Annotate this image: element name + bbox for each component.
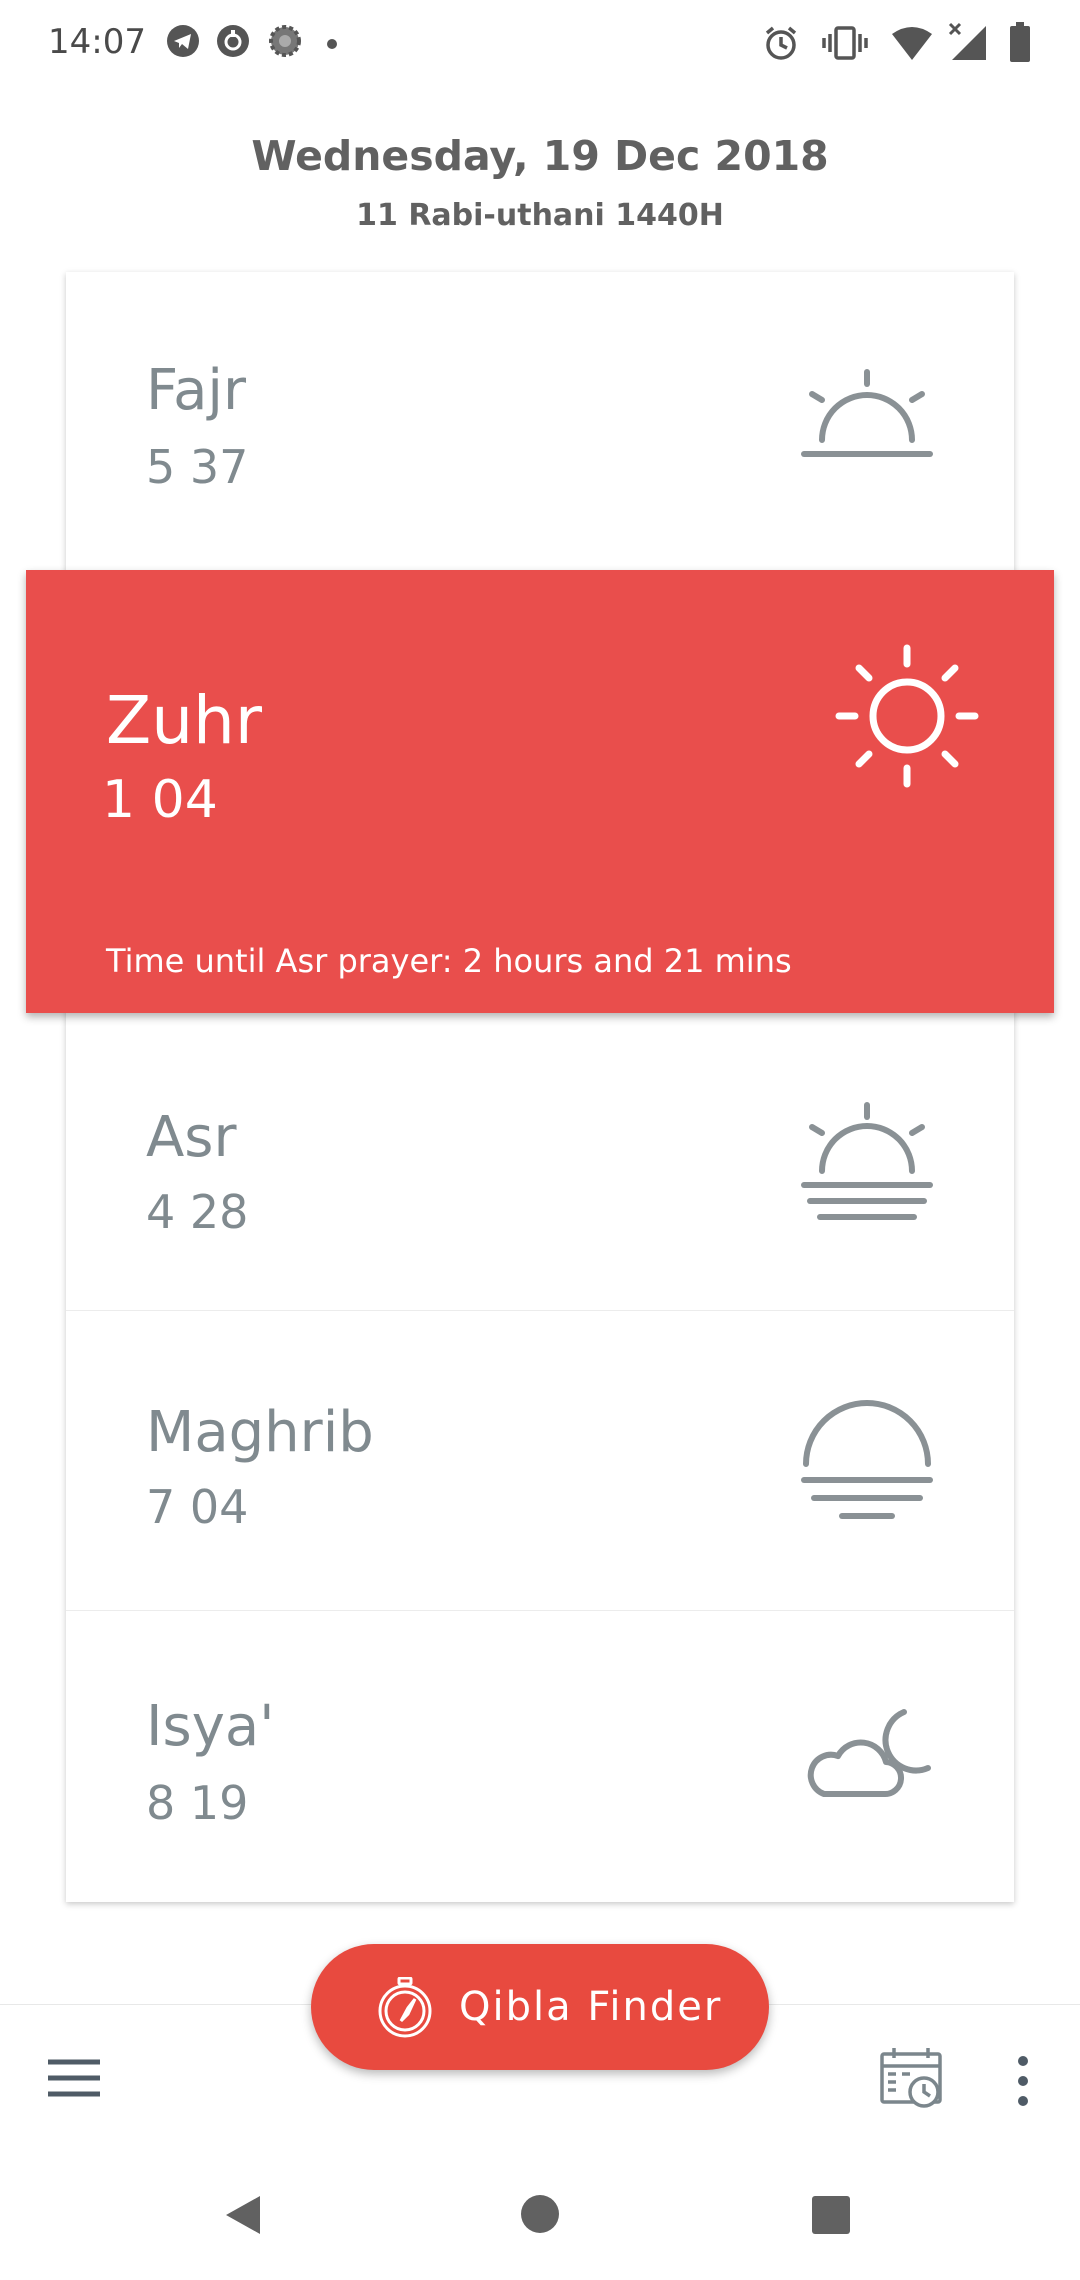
prayer-time: 5 37 (146, 440, 249, 494)
prayer-row-isya[interactable]: Isya' 8 19 (66, 1610, 1014, 1902)
prayer-time: 1 04 (102, 770, 218, 830)
dot-icon (327, 39, 337, 49)
system-nav-bar (0, 2144, 1080, 2280)
prayer-name: Zuhr (106, 682, 263, 759)
back-icon[interactable] (222, 2194, 264, 2236)
signal-icon (948, 22, 986, 60)
battery-icon (1010, 22, 1030, 62)
prayer-name: Isya' (146, 1694, 275, 1759)
more-vertical-icon[interactable] (1010, 2054, 1036, 2108)
sun-horizon-icon (801, 1102, 933, 1220)
wifi-icon (892, 27, 932, 60)
prayer-row-asr[interactable]: Asr 4 28 (66, 1013, 1014, 1310)
prayer-name: Fajr (146, 358, 246, 423)
date-title: Wednesday, 19 Dec 2018 (251, 132, 829, 180)
sunrise-icon (801, 369, 933, 457)
countdown-text: Time until Asr prayer: 2 hours and 21 mi… (106, 942, 792, 980)
telegram-icon (167, 25, 199, 57)
prayer-row-zuhr-active[interactable]: Zuhr 1 04 Time until Asr prayer: 2 hours… (26, 570, 1054, 1013)
prayer-time: 8 19 (146, 1776, 249, 1830)
prayer-time: 7 04 (146, 1480, 249, 1534)
prayer-time: 4 28 (146, 1185, 249, 1239)
compass-icon (378, 1977, 432, 2038)
status-bar: 14:07 (0, 0, 1080, 90)
recents-icon[interactable] (812, 2196, 850, 2234)
prayer-row-maghrib[interactable]: Maghrib 7 04 (66, 1310, 1014, 1610)
hamburger-menu-icon[interactable] (44, 2056, 104, 2100)
prayer-row-fajr[interactable]: Fajr 5 37 (66, 272, 1014, 570)
prayer-name: Maghrib (146, 1400, 374, 1465)
sun-icon (835, 644, 979, 788)
qibla-finder-button[interactable]: Qibla Finder (311, 1944, 769, 2070)
vibrate-icon (822, 26, 868, 60)
prayer-name: Asr (146, 1105, 237, 1170)
home-icon[interactable] (520, 2194, 560, 2234)
sunset-icon (801, 1400, 933, 1519)
notification-icon (217, 25, 249, 57)
settings-gear-icon (269, 25, 301, 57)
calendar-clock-icon[interactable] (880, 2046, 944, 2110)
status-time: 14:07 (48, 22, 146, 62)
hijri-date: 11 Rabi-uthani 1440H (356, 198, 724, 233)
alarm-icon (765, 26, 797, 60)
qibla-finder-label: Qibla Finder (459, 1984, 723, 2030)
moon-cloud-icon (807, 1709, 931, 1798)
